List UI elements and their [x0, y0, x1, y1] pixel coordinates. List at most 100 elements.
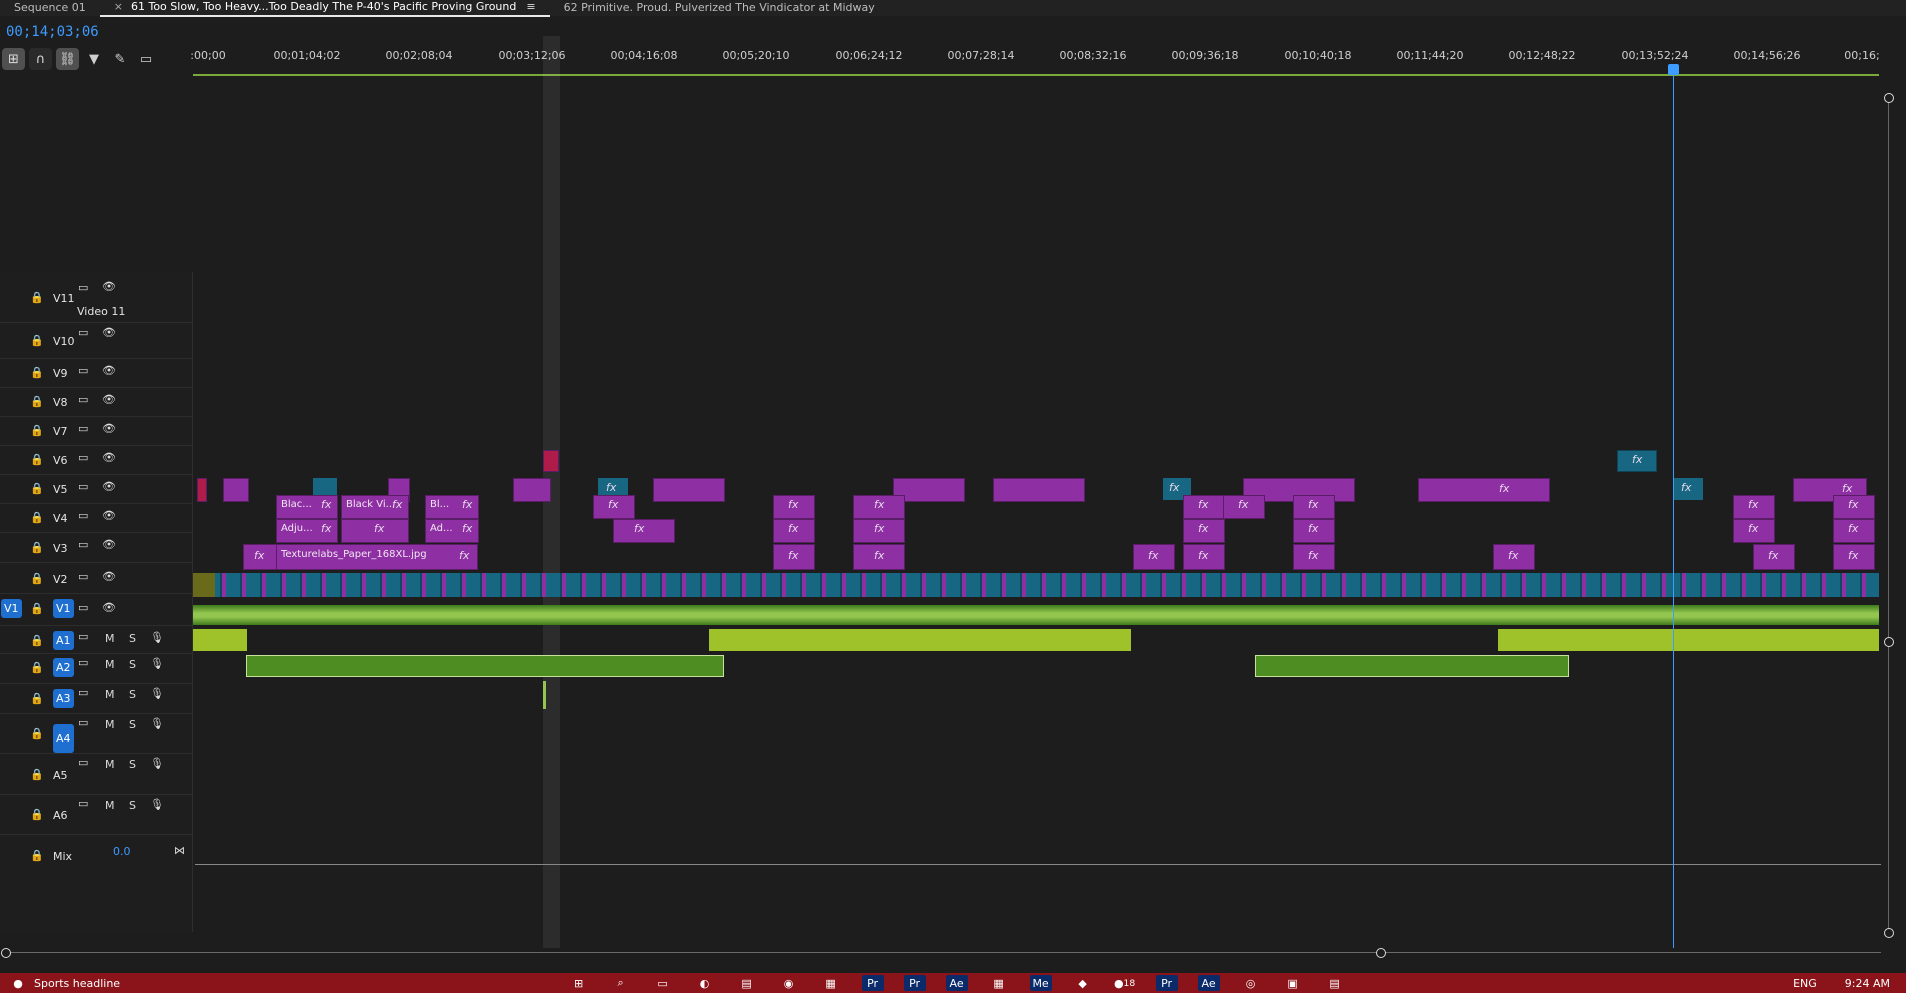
- sync-lock-icon[interactable]: ▭: [78, 281, 88, 294]
- lock-icon[interactable]: 🔒: [30, 808, 44, 821]
- playhead-line[interactable]: [1673, 66, 1674, 948]
- scroll-handle[interactable]: [1884, 637, 1894, 647]
- microphone-icon[interactable]: 🎙: [150, 687, 164, 700]
- news-headline[interactable]: Sports headline: [34, 977, 120, 990]
- lock-icon[interactable]: 🔒: [30, 511, 44, 524]
- video-clip[interactable]: fx: [773, 544, 815, 570]
- linked-selection-icon[interactable]: ⛓: [56, 48, 79, 70]
- premiere-icon[interactable]: Pr: [1155, 975, 1178, 991]
- solo-button[interactable]: S: [129, 799, 136, 812]
- video-clip[interactable]: fx: [1293, 544, 1335, 570]
- video-clip[interactable]: fx: [1183, 519, 1225, 543]
- solo-button[interactable]: S: [129, 718, 136, 731]
- eye-icon[interactable]: 👁: [102, 393, 116, 406]
- video-clip[interactable]: [993, 478, 1085, 502]
- track-target-a4[interactable]: A4: [53, 724, 74, 753]
- eye-icon[interactable]: 👁: [102, 280, 116, 293]
- snap-icon[interactable]: ∩: [29, 48, 52, 70]
- tab-active-sequence[interactable]: × 61 Too Slow, Too Heavy...Too Deadly The…: [99, 0, 550, 17]
- microphone-icon[interactable]: 🎙: [150, 757, 164, 770]
- video-clip[interactable]: fx: [341, 519, 409, 543]
- video-clip[interactable]: fx: [773, 495, 815, 519]
- after-effects-icon[interactable]: Ae: [945, 975, 968, 991]
- microphone-icon[interactable]: 🎙: [150, 631, 164, 644]
- track-target-a3[interactable]: A3: [53, 689, 74, 708]
- video-clip[interactable]: Blac... fx: [276, 495, 338, 519]
- video-clip[interactable]: fx: [1733, 519, 1775, 543]
- chrome-icon[interactable]: ◎: [1240, 975, 1262, 991]
- video-clip[interactable]: fx: [593, 495, 635, 519]
- lock-icon[interactable]: 🔒: [30, 395, 44, 408]
- news-icon[interactable]: ●: [12, 975, 24, 991]
- video-clip-strip[interactable]: [193, 573, 1879, 597]
- browser-icon[interactable]: ◐: [694, 975, 716, 991]
- sync-lock-icon[interactable]: ▭: [78, 480, 88, 493]
- track-target-a1[interactable]: A1: [53, 631, 74, 650]
- sync-lock-icon[interactable]: ▭: [78, 451, 88, 464]
- video-clip[interactable]: fx: [1183, 544, 1225, 570]
- audio-clip-a1[interactable]: [193, 605, 1879, 625]
- mute-button[interactable]: M: [105, 658, 115, 671]
- lock-icon[interactable]: 🔒: [30, 727, 44, 740]
- eye-icon[interactable]: 👁: [102, 364, 116, 377]
- track-target-a2[interactable]: A2: [53, 658, 74, 677]
- timeline-tracks-area[interactable]: fx fx fx fx fx fx Blac... fx Black Vi... f…: [193, 78, 1883, 948]
- video-clip[interactable]: fx: [1293, 519, 1335, 543]
- sync-lock-icon[interactable]: ▭: [78, 716, 88, 729]
- sync-lock-icon[interactable]: ▭: [78, 756, 88, 769]
- printer-icon[interactable]: ▦: [820, 975, 842, 991]
- video-clip[interactable]: fx: [1183, 495, 1225, 519]
- file-icon[interactable]: ▭: [652, 975, 674, 991]
- source-patch-v1[interactable]: V1: [1, 599, 22, 618]
- mute-button[interactable]: M: [105, 632, 115, 645]
- lock-icon[interactable]: 🔒: [30, 849, 44, 862]
- video-clip[interactable]: fx: [243, 544, 277, 570]
- tab-sequence-01[interactable]: Sequence 01: [0, 0, 100, 16]
- app-icon[interactable]: ▦: [988, 975, 1010, 991]
- sync-lock-icon[interactable]: ▭: [78, 509, 88, 522]
- media-encoder-icon[interactable]: Me: [1029, 975, 1052, 991]
- video-clip[interactable]: fx: [1673, 478, 1703, 500]
- premiere-icon[interactable]: Pr: [861, 975, 884, 991]
- close-icon[interactable]: ×: [114, 0, 123, 13]
- eye-icon[interactable]: 👁: [102, 601, 116, 614]
- lock-icon[interactable]: 🔒: [30, 768, 44, 781]
- collapse-arrows-icon[interactable]: ⋈: [174, 844, 185, 857]
- video-clip[interactable]: fx: [1833, 495, 1875, 519]
- sync-lock-icon[interactable]: ▭: [78, 538, 88, 551]
- edge-icon[interactable]: ◉: [778, 975, 800, 991]
- eye-icon[interactable]: 👁: [102, 570, 116, 583]
- hamburger-menu-icon[interactable]: ≡: [526, 0, 535, 13]
- microphone-icon[interactable]: 🎙: [150, 657, 164, 670]
- eye-icon[interactable]: 👁: [102, 538, 116, 551]
- video-clip[interactable]: [197, 478, 207, 502]
- lock-icon[interactable]: 🔒: [30, 661, 44, 674]
- lock-icon[interactable]: 🔒: [30, 692, 44, 705]
- audio-clip[interactable]: [246, 655, 724, 677]
- video-clip[interactable]: fx: [1293, 495, 1335, 519]
- clock-time[interactable]: 9:24 AM: [1845, 977, 1890, 990]
- eye-icon[interactable]: 👁: [102, 326, 116, 339]
- video-clip[interactable]: fx: [1133, 544, 1175, 570]
- video-clip[interactable]: fx: [1833, 519, 1875, 543]
- sync-lock-icon[interactable]: ▭: [78, 326, 88, 339]
- video-clip[interactable]: fx: [773, 519, 815, 543]
- sync-lock-icon[interactable]: ▭: [78, 601, 88, 614]
- scroll-handle[interactable]: [1884, 93, 1894, 103]
- video-clip[interactable]: [193, 573, 215, 597]
- video-clip[interactable]: [653, 478, 725, 502]
- video-clip[interactable]: [513, 478, 551, 502]
- windows-start-icon[interactable]: ⊞: [568, 975, 590, 991]
- mute-button[interactable]: M: [105, 758, 115, 771]
- lock-icon[interactable]: 🔒: [30, 334, 44, 347]
- chat-icon[interactable]: ● 18: [1114, 975, 1136, 991]
- video-clip[interactable]: Ad... fx: [425, 519, 479, 543]
- work-area-bar[interactable]: [193, 74, 1879, 76]
- video-clip[interactable]: fx: [613, 519, 675, 543]
- lock-icon[interactable]: 🔒: [30, 541, 44, 554]
- audio-clip[interactable]: [543, 681, 546, 709]
- lock-icon[interactable]: 🔒: [30, 482, 44, 495]
- track-target-v1[interactable]: V1: [53, 599, 74, 618]
- video-clip[interactable]: fx: [1223, 495, 1265, 519]
- audio-clip[interactable]: [1255, 655, 1569, 677]
